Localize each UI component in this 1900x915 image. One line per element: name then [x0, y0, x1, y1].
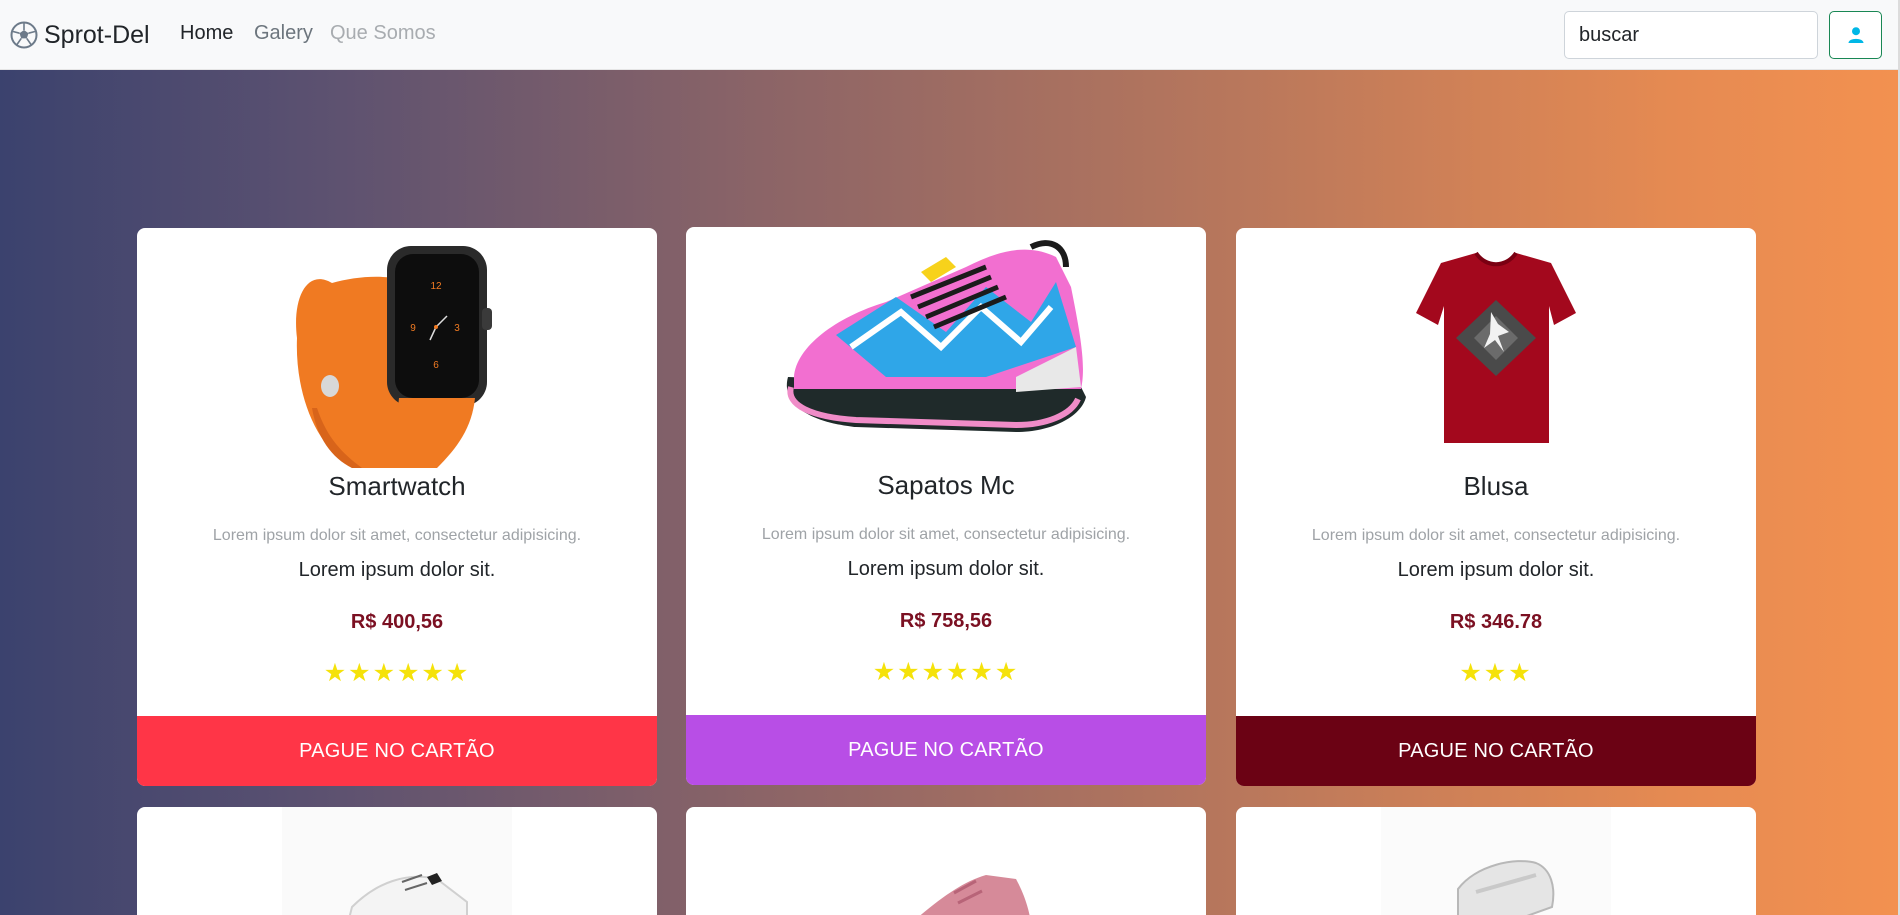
star-icon: ★ [397, 659, 422, 687]
product-card: Sapatos Mc Lorem ipsum dolor sit amet, c… [686, 227, 1206, 785]
star-icon: ★ [897, 658, 922, 686]
tshirt-image [1416, 251, 1576, 443]
navbar: Sprot-Del Home Galery Que Somos [0, 0, 1898, 70]
product-price: R$ 346.78 [1449, 611, 1543, 633]
svg-text:6: 6 [433, 360, 439, 371]
nav-que-somos[interactable]: Que Somos [330, 22, 436, 45]
product-description: Lorem ipsum dolor sit amet, consectetur … [212, 527, 582, 544]
pay-by-card-button[interactable]: PAGUE NO CARTÃO [1236, 716, 1756, 786]
star-icon: ★ [323, 659, 349, 687]
svg-text:3: 3 [454, 323, 460, 334]
product-subtitle: Lorem ipsum dolor sit. [847, 558, 1045, 580]
star-icon: ★ [872, 658, 898, 686]
search-input[interactable] [1564, 11, 1818, 59]
product-description: Lorem ipsum dolor sit amet, consectetur … [1311, 527, 1681, 544]
product-card [1236, 807, 1756, 915]
product-description: Lorem ipsum dolor sit amet, consectetur … [761, 526, 1131, 543]
product-card: Blusa Lorem ipsum dolor sit amet, consec… [1236, 228, 1756, 786]
user-button[interactable] [1829, 11, 1882, 59]
brand[interactable]: Sprot-Del [10, 18, 150, 52]
star-rating: ★★★★★★ [137, 658, 657, 688]
page-background: Sprot-Del Home Galery Que Somos 12 3 6 [0, 0, 1898, 915]
product-card [686, 807, 1206, 915]
svg-text:9: 9 [410, 323, 416, 334]
star-icon: ★ [946, 658, 971, 686]
nav-home[interactable]: Home [180, 22, 233, 45]
star-icon: ★ [421, 659, 446, 687]
brand-name: Sprot-Del [44, 20, 150, 49]
svg-text:12: 12 [430, 281, 442, 292]
star-icon: ★ [348, 659, 373, 687]
star-icon: ★ [1459, 659, 1484, 687]
product-card: 12 3 6 9 Smartwatch Lorem ipsum dolor si… [137, 228, 657, 786]
star-rating: ★★★ [1236, 658, 1756, 688]
star-icon: ★ [1483, 659, 1509, 687]
silver-sneaker-image [1381, 807, 1611, 915]
person-icon [1848, 27, 1863, 43]
product-title: Sapatos Mc [877, 470, 1015, 500]
star-icon: ★ [921, 658, 946, 686]
pay-button-label: PAGUE NO CARTÃO [299, 739, 495, 762]
product-price: R$ 400,56 [350, 611, 444, 633]
pink-sneaker-image [920, 875, 1030, 915]
soccer-ball-icon [10, 21, 38, 49]
product-price: R$ 758,56 [899, 610, 993, 632]
star-icon: ★ [372, 659, 397, 687]
sneaker-image [786, 240, 1086, 432]
pay-button-label: PAGUE NO CARTÃO [1398, 739, 1594, 762]
pay-by-card-button[interactable]: PAGUE NO CARTÃO [686, 715, 1206, 785]
product-subtitle: Lorem ipsum dolor sit. [1397, 559, 1595, 581]
pay-by-card-button[interactable]: PAGUE NO CARTÃO [137, 716, 657, 786]
star-icon: ★ [1508, 659, 1533, 687]
product-title: Blusa [1463, 471, 1529, 501]
product-card [137, 807, 657, 915]
smartwatch-image: 12 3 6 9 [296, 246, 492, 468]
star-rating: ★★★★★★ [686, 657, 1206, 687]
nav-galery[interactable]: Galery [254, 22, 313, 45]
product-title: Smartwatch [328, 471, 466, 501]
pay-button-label: PAGUE NO CARTÃO [848, 738, 1044, 761]
star-icon: ★ [445, 659, 471, 687]
white-sneaker-image [282, 807, 512, 915]
star-icon: ★ [970, 658, 995, 686]
product-subtitle: Lorem ipsum dolor sit. [298, 559, 496, 581]
star-icon: ★ [994, 658, 1020, 686]
